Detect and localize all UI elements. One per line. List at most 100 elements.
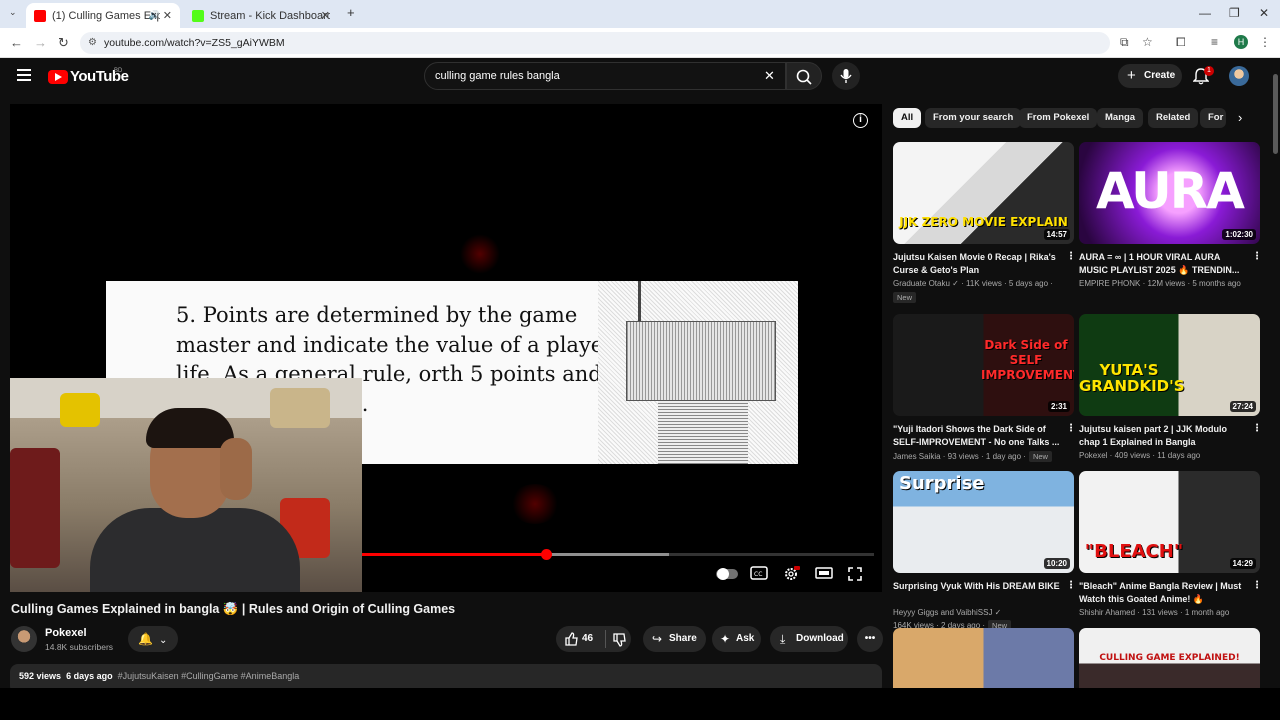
share-label: Share (669, 633, 697, 644)
tab-youtube[interactable]: (1) Culling Games Explained 🔊 ✕ (26, 3, 180, 28)
video-duration: 14:29 (1229, 558, 1256, 569)
chip-for[interactable]: For (1200, 108, 1226, 128)
url-text: youtube.com/watch?v=ZS5_gAiYWBM (104, 37, 285, 49)
hashtags[interactable]: #JujutsuKaisen #CullingGame #AnimeBangla (118, 671, 300, 681)
close-tab-icon[interactable]: ✕ (321, 9, 330, 22)
scroll-thumb[interactable] (1273, 74, 1278, 154)
maximize-icon[interactable]: ❐ (1229, 6, 1240, 20)
video-title[interactable]: "Bleach" Anime Bangla Review | Must Watc… (1079, 580, 1249, 605)
install-icon[interactable]: ⧉ (1120, 35, 1129, 50)
svg-text:CC: CC (754, 571, 762, 578)
video-thumbnail[interactable]: Dark Side of SELF IMPROVEMENT 2:31 (893, 314, 1074, 416)
video-title: Culling Games Explained in bangla 🤯 | Ru… (11, 602, 456, 616)
video-meta: James Saikia · 93 views · 1 day ago · (893, 452, 1026, 461)
bookmark-star-icon[interactable]: ☆ (1142, 35, 1153, 49)
close-tab-icon[interactable]: ✕ (163, 9, 172, 22)
chip-related[interactable]: Related (1148, 108, 1199, 128)
autoplay-toggle[interactable] (716, 568, 738, 580)
like-button[interactable]: 46 (556, 626, 631, 652)
thumbs-down-icon[interactable] (612, 633, 626, 647)
video-title[interactable]: AURA = ∞ | 1 HOUR VIRAL AURA MUSIC PLAYL… (1079, 251, 1249, 276)
chrome-menu-icon[interactable]: ⋮ (1259, 35, 1271, 49)
media-control-icon[interactable]: ≡ (1211, 35, 1218, 49)
video-title[interactable]: "Yuji Itadori Shows the Dark Side of SEL… (893, 423, 1063, 448)
minimize-icon[interactable]: — (1199, 6, 1211, 20)
more-vertical-icon[interactable]: ⋮ (1066, 580, 1076, 591)
new-badge: New (893, 292, 917, 303)
account-avatar[interactable] (1229, 66, 1249, 86)
played-bar (362, 553, 547, 556)
more-horizontal-icon: ••• (864, 633, 876, 644)
more-vertical-icon[interactable]: ⋮ (1252, 251, 1262, 262)
video-thumbnail[interactable]: "BLEACH" 14:29 (1079, 471, 1260, 573)
ask-button[interactable]: ✦ Ask (712, 626, 761, 652)
plus-icon: + (1127, 67, 1136, 84)
video-title[interactable]: Jujutsu kaisen part 2 | JJK Modulo chap … (1079, 423, 1249, 448)
browser-profile-avatar[interactable]: H (1234, 35, 1248, 49)
new-tab-button[interactable]: + (347, 5, 355, 20)
chip-from-pokexel[interactable]: From Pokexel (1019, 108, 1098, 128)
info-icon[interactable]: i (853, 113, 868, 128)
video-meta: Shishir Ahamed · 131 views · 1 month ago (1079, 608, 1230, 617)
search-icon (796, 69, 812, 85)
video-thumbnail[interactable]: JJK ZERO MOVIE EXPLAIN 14:57 (893, 142, 1074, 244)
scrubber-handle[interactable] (541, 549, 553, 560)
bottom-strip (0, 688, 1280, 720)
settings-gear-icon[interactable] (782, 566, 800, 582)
more-actions-button[interactable]: ••• (857, 626, 883, 652)
back-icon[interactable]: ← (10, 35, 23, 50)
video-thumbnail[interactable]: YUTA'S GRANDKID'S 27:24 (1079, 314, 1260, 416)
download-button[interactable]: ⤓ Download (770, 626, 848, 652)
theater-mode-icon[interactable] (815, 566, 833, 580)
site-info-icon[interactable]: ⚙ (88, 32, 97, 54)
clear-search-icon[interactable]: ✕ (764, 68, 775, 84)
fullscreen-icon[interactable] (847, 566, 863, 582)
tab-kick[interactable]: Stream - Kick Dashboard ✕ (184, 3, 338, 28)
url-field[interactable]: ⚙ youtube.com/watch?v=ZS5_gAiYWBM (80, 32, 1110, 54)
tab-title: Stream - Kick Dashboard (210, 9, 330, 22)
subscribed-bell-button[interactable]: 🔔 ⌄ (128, 626, 178, 652)
country-code: BD (114, 68, 123, 74)
video-duration: 10:20 (1043, 558, 1070, 569)
create-button[interactable]: + Create (1118, 64, 1182, 88)
search-value: culling game rules bangla (435, 70, 560, 82)
thumbnail-text: CULLING GAME EXPLAINED! (1099, 653, 1240, 663)
ask-label: Ask (736, 633, 755, 644)
forward-icon[interactable]: → (34, 35, 47, 50)
video-title[interactable]: Jujutsu Kaisen Movie 0 Recap | Rika's Cu… (893, 251, 1063, 276)
thumbnail-text: "BLEACH" (1084, 541, 1184, 562)
captions-icon[interactable]: CC (750, 566, 768, 580)
progress-bar[interactable] (362, 549, 874, 560)
speaker-icon[interactable]: 🔊 (149, 10, 160, 21)
video-thumbnail[interactable]: AURA 1:02:30 (1079, 142, 1260, 244)
video-title[interactable]: Surprising Vyuk With His DREAM BIKE (893, 580, 1063, 605)
channel-name[interactable]: Pokexel (45, 627, 87, 639)
voice-search-button[interactable] (832, 62, 860, 90)
chip-from-your-search[interactable]: From your search (925, 108, 1022, 128)
video-meta: EMPIRE PHONK · 12M views · 5 months ago (1079, 279, 1241, 288)
chevron-right-icon[interactable]: › (1238, 110, 1242, 125)
extensions-icon[interactable]: ⧠ (1176, 35, 1186, 50)
create-label: Create (1144, 70, 1176, 81)
search-input[interactable]: culling game rules bangla (424, 62, 786, 90)
red-glow (460, 234, 500, 274)
more-vertical-icon[interactable]: ⋮ (1066, 423, 1076, 434)
youtube-favicon-icon (34, 9, 46, 22)
video-player[interactable]: 5. Points are determined by the game mas… (10, 104, 882, 592)
more-vertical-icon[interactable]: ⋮ (1066, 251, 1076, 262)
channel-avatar[interactable] (11, 626, 37, 652)
description-meta: 592 views 6 days ago #JujutsuKaisen #Cul… (19, 671, 299, 681)
page-scrollbar[interactable] (1271, 58, 1280, 688)
tab-search-icon[interactable]: ⌄ (9, 7, 17, 18)
close-window-icon[interactable]: ✕ (1259, 6, 1269, 20)
more-vertical-icon[interactable]: ⋮ (1252, 423, 1262, 434)
share-button[interactable]: ↪ Share (643, 626, 706, 652)
hamburger-menu-icon[interactable] (17, 69, 31, 81)
reload-icon[interactable]: ↻ (58, 35, 69, 51)
video-meta: Pokexel · 409 views · 11 days ago (1079, 451, 1201, 460)
video-thumbnail[interactable]: Surprise 10:20 (893, 471, 1074, 573)
more-vertical-icon[interactable]: ⋮ (1252, 580, 1262, 591)
search-button[interactable] (786, 62, 822, 90)
chip-manga[interactable]: Manga (1097, 108, 1144, 128)
chip-all[interactable]: All (893, 108, 922, 128)
